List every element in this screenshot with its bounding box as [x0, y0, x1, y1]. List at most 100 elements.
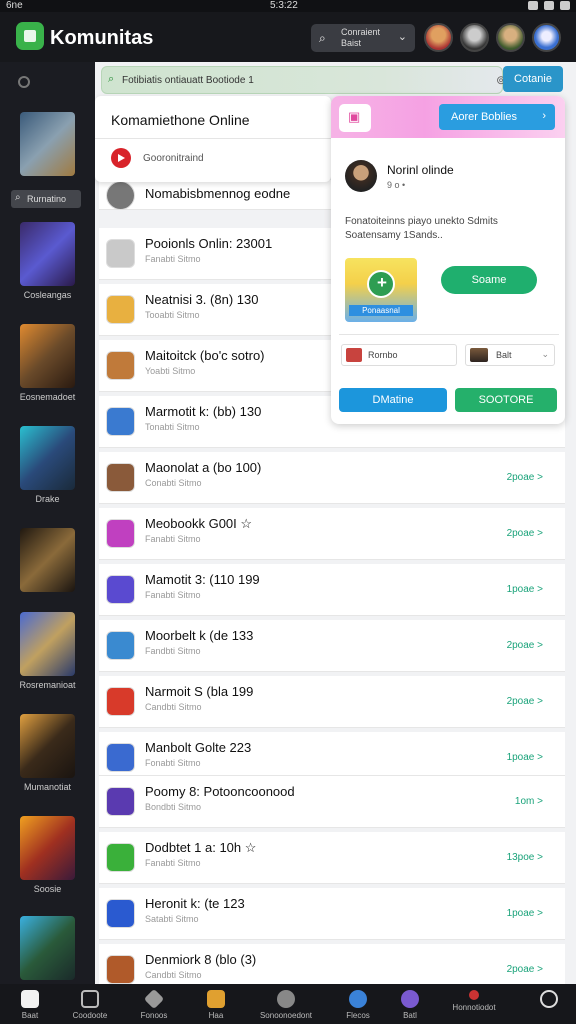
row-name: Dodbtet 1 a: 10h ☆: [145, 840, 257, 855]
table-row[interactable]: Dodbtet 1 a: 10h ☆ Fanabti Sitmo 13poe >: [99, 832, 565, 884]
option-select-2[interactable]: Balt ⌄: [465, 344, 555, 366]
nav-item[interactable]: [524, 990, 574, 1011]
game-icon: [106, 899, 135, 928]
sidebar-item[interactable]: [10, 528, 85, 592]
row-action-link[interactable]: 1poae >: [507, 752, 543, 763]
frame-icon: [81, 990, 99, 1008]
nav-label: Fonoos: [140, 1011, 168, 1020]
option-select-1-label: Rornbo: [368, 350, 398, 360]
game-icon: [106, 843, 135, 872]
online-panel: Komamiethone Online Gooronitraind: [95, 96, 331, 182]
user-name: Norinl olinde: [387, 163, 454, 177]
nav-item[interactable]: Honnotiodot: [436, 990, 512, 1012]
sidebar-search-chip[interactable]: Rurnatino: [11, 190, 81, 208]
row-name: Pooionls Onlin: 23001: [145, 236, 273, 251]
gift-icon: [339, 104, 371, 132]
notification-icon: [469, 990, 479, 1000]
top-bar: Komunitas ⌕ Conraient Baist ⌄: [0, 12, 576, 62]
nav-item[interactable]: Flecos: [328, 990, 388, 1020]
green-button[interactable]: SOOTORE: [455, 388, 557, 412]
row-action-link[interactable]: 2poae >: [507, 640, 543, 651]
game-icon: [106, 687, 135, 716]
friend-avatar-1[interactable]: [424, 23, 453, 52]
row-name: Maitoitck (bo'c sotro): [145, 348, 265, 363]
row-action-link[interactable]: 2poae >: [507, 528, 543, 539]
row-action-link[interactable]: 1om >: [515, 796, 543, 807]
search-input[interactable]: Fotibiatis ontiauatt Bootiode 1: [122, 75, 254, 86]
profile-popup: Aorer Boblies › Norinl olinde 9 o • Fonat…: [331, 96, 565, 424]
sidebar-item[interactable]: Drake: [10, 426, 85, 504]
table-row[interactable]: Denmiork 8 (blo (3) Candbti Sitmo 2poae >: [99, 944, 565, 984]
table-row[interactable]: Moorbelt k (de 133 Fandbti Sitmo 2poae >: [99, 620, 565, 672]
row-subtitle: Candbti Sitmo: [145, 702, 202, 712]
table-row[interactable]: Heronit k: (te 123 Satabti Sitmo 1poae >: [99, 888, 565, 940]
nav-label: Batl: [403, 1011, 417, 1020]
row-action-link[interactable]: 13poe >: [507, 852, 543, 863]
game-icon: [106, 955, 135, 984]
option-select-2-label: Balt: [496, 350, 512, 360]
sidebar-status-icon: [18, 76, 30, 88]
online-panel-sub: Gooronitraind: [143, 153, 204, 164]
sidebar-item-label: Cosleangas: [23, 290, 72, 300]
row-name: Marmotit k: (bb) 130: [145, 404, 262, 419]
table-row[interactable]: Manbolt Golte 223 Fonabti Sitmo 1poae >: [99, 732, 565, 776]
row-name: Denmiork 8 (blo (3): [145, 952, 257, 967]
row-action-link[interactable]: 2poae >: [507, 696, 543, 707]
row-action-link[interactable]: 2poae >: [507, 964, 543, 975]
search-icon: ⌕: [108, 73, 115, 85]
nav-item[interactable]: Fonoos: [124, 988, 184, 1020]
game-card[interactable]: Ponaasnal: [345, 258, 417, 322]
nav-item[interactable]: Batl: [380, 990, 440, 1020]
table-row[interactable]: Poomy 8: Potooncoonood Bondbti Sitmo 1om >: [99, 776, 565, 828]
primary-action-button[interactable]: Soame: [441, 266, 537, 294]
sidebar-item[interactable]: Cosleangas: [10, 222, 85, 300]
row-name: Maonolat a (bo 100): [145, 460, 262, 475]
status-icons: [528, 1, 570, 10]
row-subtitle: Fanabti Sitmo: [145, 858, 201, 868]
app-title: Komunitas: [50, 27, 154, 49]
nav-home[interactable]: Baat: [0, 990, 60, 1020]
table-row[interactable]: Meobookk G00I ☆ Fanabti Sitmo 2poae >: [99, 508, 565, 560]
nav-item[interactable]: Sonoonoedont: [256, 990, 316, 1020]
sidebar-item[interactable]: Rosremanioat: [10, 612, 85, 690]
user-avatar[interactable]: [345, 160, 377, 192]
nav-label: Haa: [208, 1011, 224, 1020]
row-name: Poomy 8: Potooncoonood: [145, 784, 295, 799]
diamond-icon: [143, 988, 165, 1010]
option-select-1[interactable]: Rornbo: [341, 344, 457, 366]
banner-button[interactable]: Aorer Boblies ›: [439, 104, 555, 130]
nav-item[interactable]: Haa: [186, 990, 246, 1020]
nav-label: Baat: [21, 1011, 39, 1020]
nav-label: Sonoonoedont: [259, 1011, 313, 1020]
row-action-link[interactable]: 1poae >: [507, 584, 543, 595]
row-action-link[interactable]: 1poae >: [507, 908, 543, 919]
bottom-nav: Baat Coodoote Fonoos Haa Sonoonoedont Fl…: [0, 984, 576, 1024]
sidebar-item[interactable]: [10, 112, 85, 176]
table-row[interactable]: Mamotit 3: (110 199 Fanabti Sitmo 1poae >: [99, 564, 565, 616]
sidebar-item[interactable]: Mumanotiat: [10, 714, 85, 792]
blue-button[interactable]: DMatine: [339, 388, 447, 412]
divider: [95, 138, 331, 139]
table-row[interactable]: Maonolat a (bo 100) Conabti Sitmo 2poae >: [99, 452, 565, 504]
row-subtitle: Fanabti Sitmo: [145, 534, 201, 544]
search-bar[interactable]: ⌕ Fotibiatis ontiauatt Bootiode 1 ⊚: [101, 66, 506, 94]
nav-item[interactable]: Coodoote: [60, 990, 120, 1020]
server-select[interactable]: ⌕ Conraient Baist ⌄: [311, 24, 415, 52]
friend-avatar-3[interactable]: [496, 23, 525, 52]
popup-description-line1: Fonatoiteinns piayo unekto Sdmits: [345, 216, 498, 227]
game-icon: [106, 743, 135, 772]
friend-avatar-2[interactable]: [460, 23, 489, 52]
sidebar-item-label: Mumanotiat: [23, 782, 72, 792]
sidebar-item[interactable]: Eosnemadoet: [10, 324, 85, 402]
sidebar-item[interactable]: Soosie: [10, 816, 85, 894]
row-name: Mamotit 3: (110 199: [145, 572, 260, 587]
table-row[interactable]: Narmoit S (bla 199 Candbti Sitmo 2poae >: [99, 676, 565, 728]
play-icon[interactable]: [111, 148, 131, 168]
row-subtitle: Fanabti Sitmo: [145, 590, 201, 600]
nav-label: Flecos: [346, 1011, 370, 1020]
sidebar-item[interactable]: [10, 916, 85, 980]
search-button[interactable]: Cotanie: [503, 66, 563, 92]
row-action-link[interactable]: 2poae >: [507, 472, 543, 483]
profile-avatar[interactable]: [532, 23, 561, 52]
row-name: Nomabisbmennog eodne: [145, 186, 291, 201]
